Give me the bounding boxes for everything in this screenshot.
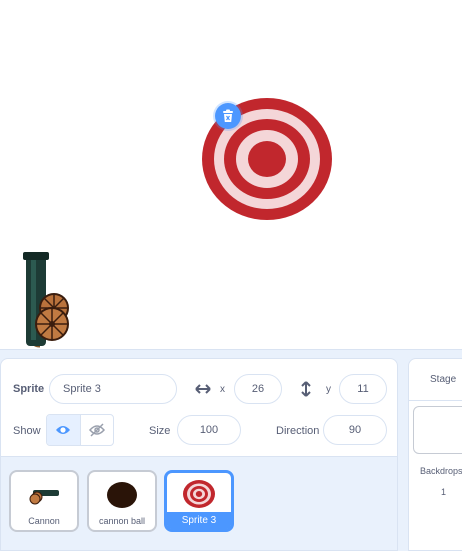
sprite-info-row-1: Sprite Sprite 3 x 26 y 11 [1, 372, 397, 406]
show-toggle-group [46, 414, 114, 446]
y-value: 11 [357, 383, 369, 395]
show-hidden-button[interactable] [79, 415, 114, 445]
show-visible-button[interactable] [47, 415, 80, 445]
sprite-tile-cannon[interactable]: Cannon [9, 470, 79, 532]
sprite-tile-name: Sprite 3 [167, 512, 231, 529]
stage-panel-header: Stage [409, 359, 462, 401]
x-label: x [220, 383, 225, 395]
y-arrows-icon [301, 381, 311, 397]
x-input[interactable]: 26 [234, 374, 282, 404]
y-input[interactable]: 11 [339, 374, 387, 404]
eye-icon [56, 426, 71, 434]
target-thumbnail-icon [167, 477, 231, 511]
size-label: Size [149, 425, 171, 437]
cannon-thumbnail-icon [11, 478, 77, 512]
y-label: y [326, 383, 331, 395]
x-arrows-icon [195, 384, 211, 394]
sprite-name-label: Sprite [13, 383, 45, 395]
sprite-tile-sprite-3[interactable]: Sprite 3 [164, 470, 234, 532]
sprite-name-input[interactable]: Sprite 3 [49, 374, 177, 404]
delete-sprite-button[interactable] [215, 103, 241, 129]
x-value: 26 [251, 383, 265, 395]
sprite-tile-cannon-ball[interactable]: cannon ball [87, 470, 157, 532]
sprite-tile-name: Cannon [28, 516, 60, 526]
trash-icon [223, 109, 233, 122]
sprite-tile-name: cannon ball [98, 516, 146, 526]
cannon-ball-thumbnail-icon [89, 478, 155, 512]
eye-slash-icon [88, 423, 105, 437]
size-input[interactable]: 100 [177, 415, 241, 445]
size-value: 100 [199, 424, 219, 436]
stage-canvas[interactable] [0, 0, 462, 350]
backdrops-count: 1 [441, 487, 447, 497]
sprite-info-panel: Sprite Sprite 3 x 26 y 11 Show Size 100 … [0, 358, 398, 551]
sprite-list: Cannon cannon ball Sprite 3 [1, 456, 397, 550]
stage-title: Stage [430, 374, 457, 385]
direction-label: Direction [276, 425, 320, 437]
cannon-sprite[interactable] [14, 250, 74, 350]
stage-selector-panel[interactable]: Stage Backdrops 1 [408, 358, 462, 551]
direction-input[interactable]: 90 [323, 415, 387, 445]
show-label: Show [13, 425, 41, 437]
direction-value: 90 [348, 424, 362, 436]
backdrops-label: Backdrops [420, 466, 462, 476]
sprite-name-value: Sprite 3 [63, 383, 101, 395]
stage-thumbnail[interactable] [413, 406, 462, 454]
